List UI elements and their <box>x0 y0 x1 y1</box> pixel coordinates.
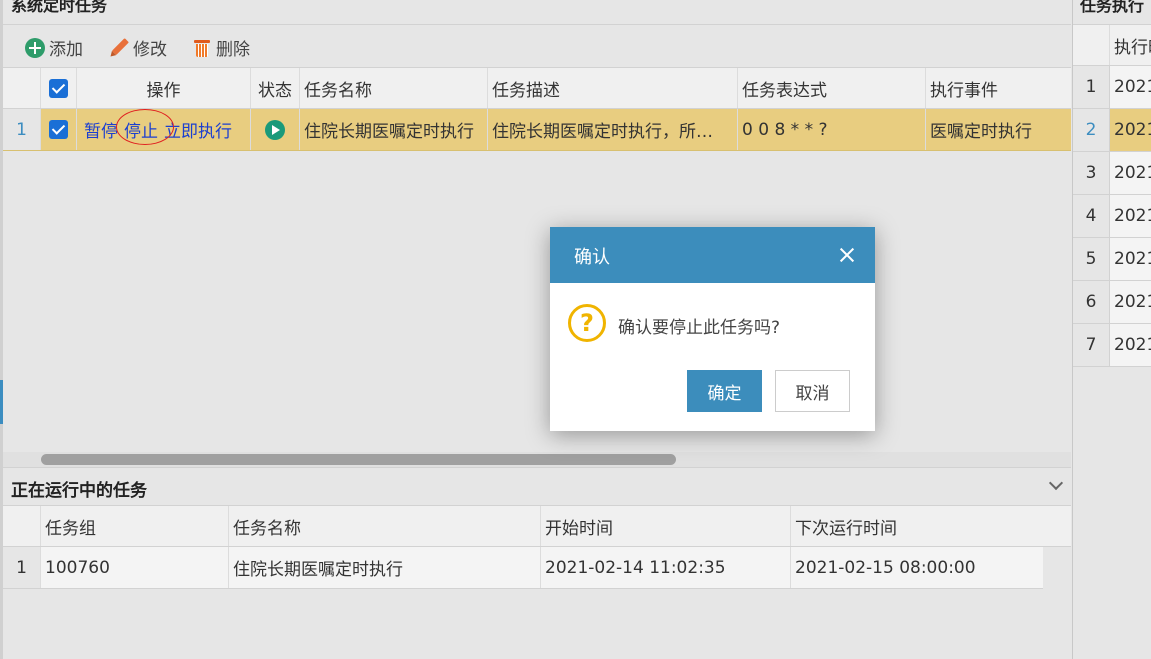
exec-event-cell: 医嘱定时执行 <box>930 122 1032 142</box>
trash-icon <box>192 38 212 58</box>
running-tasks-title: 正在运行中的任务 <box>11 481 147 501</box>
start-time-cell: 2021-02-14 11:02:35 <box>541 547 791 588</box>
row-number: 1 <box>3 109 41 150</box>
row-number: 1 <box>1073 66 1110 108</box>
row-number: 7 <box>1073 324 1110 366</box>
edit-label: 修改 <box>133 40 167 60</box>
add-icon <box>25 37 45 58</box>
list-item[interactable]: 42021 <box>1073 195 1151 238</box>
pencil-icon <box>105 33 133 61</box>
row-number: 6 <box>1073 281 1110 323</box>
table-row[interactable]: 1 100760 住院长期医嘱定时执行 2021-02-14 11:02:35 … <box>3 547 1043 589</box>
stop-link-label: 停止 <box>124 122 158 142</box>
tasks-grid-header: 操作 状态 任务名称 任务描述 任务表达式 执行事件 <box>3 67 1071 109</box>
checkbox-checked-icon <box>49 78 68 98</box>
right-grid-header: 执行时 <box>1073 24 1151 66</box>
row-number: 5 <box>1073 238 1110 280</box>
rownum-header <box>3 68 41 108</box>
header-operation[interactable]: 操作 <box>77 68 251 108</box>
checkbox-checked-icon <box>49 120 68 139</box>
running-grid-header: 任务组 任务名称 开始时间 下次运行时间 <box>3 505 1043 547</box>
exec-time-cell: 2021 <box>1114 77 1151 97</box>
header-exec-time[interactable]: 执行时 <box>1110 25 1151 65</box>
row-number: 1 <box>3 547 41 588</box>
list-item[interactable]: 22021 <box>1073 109 1151 152</box>
right-panel-title: 任务执行 <box>1080 0 1145 15</box>
horizontal-scrollbar-thumb[interactable] <box>41 454 676 465</box>
header-task-name[interactable]: 任务名称 <box>300 68 488 108</box>
header-task-desc[interactable]: 任务描述 <box>488 68 738 108</box>
header-task-expr[interactable]: 任务表达式 <box>738 68 926 108</box>
list-item[interactable]: 32021 <box>1073 152 1151 195</box>
header-next-run-time[interactable]: 下次运行时间 <box>791 506 1043 546</box>
exec-time-cell: 2021 <box>1114 206 1151 226</box>
delete-button[interactable]: 删除 <box>192 35 250 60</box>
table-row[interactable]: 1 暂停 停止 立即执行 住院长期医嘱定时执行 住院长期医嘱定时执行，所… 0 … <box>3 109 1071 151</box>
header-status[interactable]: 状态 <box>251 68 300 108</box>
pause-link[interactable]: 暂停 <box>84 117 118 142</box>
list-item[interactable]: 12021 <box>1073 66 1151 109</box>
running-tasks-section-header[interactable]: 正在运行中的任务 <box>3 467 1071 505</box>
exec-time-cell: 2021 <box>1114 335 1151 355</box>
rownum-header <box>1073 25 1110 65</box>
header-start-time[interactable]: 开始时间 <box>541 506 791 546</box>
question-icon: ? <box>568 304 606 342</box>
list-item[interactable]: 72021 <box>1073 324 1151 367</box>
edit-button[interactable]: 修改 <box>109 35 167 60</box>
toolbar: 添加 修改 删除 <box>3 25 1071 67</box>
dialog-message: 确认要停止此任务吗? <box>618 318 781 338</box>
status-cell <box>251 109 300 150</box>
row-checkbox[interactable] <box>41 109 77 150</box>
scheduled-tasks-panel: 系统定时任务 添加 修改 删除 操作 状态 任务名称 任务描述 任务表达式 执行… <box>3 0 1071 659</box>
run-now-link[interactable]: 立即执行 <box>164 117 232 142</box>
close-icon[interactable] <box>837 245 857 265</box>
next-run-time-cell: 2021-02-15 08:00:00 <box>795 557 976 578</box>
task-execution-panel: 任务执行 执行时 12021 22021 32021 42021 52021 6… <box>1072 0 1151 659</box>
select-all-checkbox[interactable] <box>41 68 77 108</box>
add-button[interactable]: 添加 <box>25 35 83 60</box>
header-name[interactable]: 任务名称 <box>229 506 541 546</box>
rownum-header <box>3 506 41 546</box>
exec-time-cell: 2021 <box>1114 120 1151 140</box>
header-group[interactable]: 任务组 <box>41 506 229 546</box>
stop-link[interactable]: 停止 <box>116 109 174 145</box>
delete-label: 删除 <box>216 40 250 60</box>
running-status-icon <box>265 119 285 140</box>
add-label: 添加 <box>49 40 83 60</box>
group-cell: 100760 <box>41 547 229 588</box>
cancel-button[interactable]: 取消 <box>775 370 850 412</box>
exec-time-cell: 2021 <box>1114 249 1151 269</box>
task-expr-cell: 0 0 8 * * ? <box>738 109 926 150</box>
name-cell: 住院长期医嘱定时执行 <box>229 547 541 588</box>
dialog-header[interactable]: 确认 <box>550 227 875 283</box>
list-item[interactable]: 52021 <box>1073 238 1151 281</box>
row-number: 3 <box>1073 152 1110 194</box>
list-item[interactable]: 62021 <box>1073 281 1151 324</box>
row-number: 4 <box>1073 195 1110 237</box>
chevron-down-icon[interactable] <box>1048 475 1064 491</box>
panel-title: 系统定时任务 <box>11 0 108 15</box>
task-name-cell: 住院长期医嘱定时执行 <box>300 109 488 150</box>
confirm-dialog: 确认 ? 确认要停止此任务吗? 确定 取消 <box>550 227 875 431</box>
task-desc-cell: 住院长期医嘱定时执行，所… <box>488 109 738 150</box>
operation-cell: 暂停 停止 立即执行 <box>77 109 251 150</box>
ok-button[interactable]: 确定 <box>687 370 762 412</box>
header-exec-event[interactable]: 执行事件 <box>926 68 1071 108</box>
exec-time-cell: 2021 <box>1114 163 1151 183</box>
running-grid-header-filler <box>1043 505 1071 547</box>
row-number: 2 <box>1073 109 1110 151</box>
exec-time-cell: 2021 <box>1114 292 1151 312</box>
dialog-title: 确认 <box>574 247 610 268</box>
